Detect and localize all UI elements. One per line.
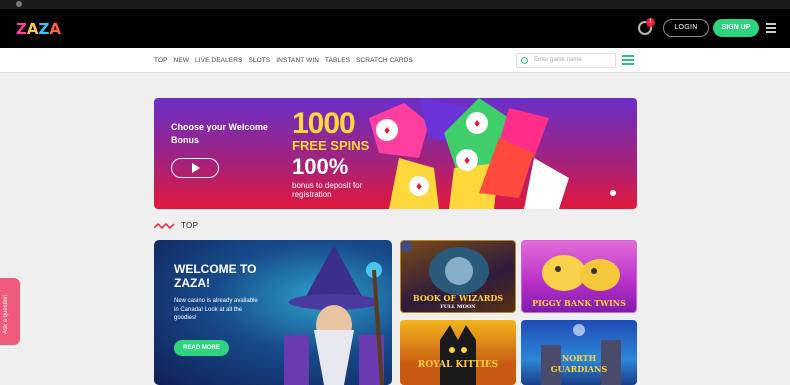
nav-instant-win[interactable]: INSTANT WIN: [276, 57, 319, 64]
nav-links: TOP NEW LIVE DEALERS SLOTS INSTANT WIN T…: [154, 57, 413, 64]
browser-icon: [16, 1, 22, 7]
section-header: TOP: [154, 221, 198, 230]
game-title: NORTH GUARDIANS: [550, 353, 608, 374]
logo-letter: Z: [16, 20, 27, 38]
banner-percent: 100%: [292, 154, 349, 179]
play-icon: [192, 163, 200, 173]
nav-slots[interactable]: SLOTS: [248, 57, 270, 64]
logo-letter: A: [49, 20, 61, 38]
game-title: BOOK OF WIZARDS: [412, 293, 504, 303]
nav-new[interactable]: NEW: [174, 57, 189, 64]
game-tile[interactable]: PIGGY BANK TWINS: [521, 240, 637, 313]
game-tile[interactable]: BOOK OF WIZARDS FULL MOON: [400, 240, 516, 313]
featured-description: New casino is already available in Canad…: [174, 298, 258, 321]
zaza-logo[interactable]: ZAZA: [16, 20, 61, 38]
banner-amount: 1000: [292, 107, 356, 140]
banner-heading: Choose your Welcome Bonus: [171, 122, 268, 145]
svg-text:♦: ♦: [384, 123, 390, 137]
game-title: PIGGY BANK TWINS: [532, 298, 626, 308]
game-title: ROYAL KITTIES: [417, 360, 499, 370]
featured-title: WELCOME TO ZAZA!: [174, 262, 257, 290]
game-tile[interactable]: NORTH GUARDIANS: [521, 320, 637, 385]
banner-subtext: bonus to deposit for registration: [292, 181, 363, 199]
zigzag-icon: [154, 222, 175, 229]
menu-icon[interactable]: [766, 23, 776, 33]
logo-letter: A: [26, 20, 39, 38]
login-button[interactable]: LOGIN: [663, 19, 709, 37]
site-header: ZAZA 1 LOGIN SIGN UP: [0, 9, 790, 48]
read-more-button[interactable]: READ MORE: [174, 340, 229, 356]
carousel-dot[interactable]: [610, 190, 616, 196]
game-artwork: [440, 325, 476, 385]
ask-question-label: Ask a question: [3, 294, 9, 334]
search-placeholder: Enter game name: [534, 57, 582, 63]
notification-badge: 1: [646, 18, 655, 27]
ask-question-widget[interactable]: Ask a question: [0, 278, 20, 345]
search-input[interactable]: Enter game name: [516, 53, 616, 68]
category-nav: TOP NEW LIVE DEALERS SLOTS INSTANT WIN T…: [0, 48, 790, 73]
nav-live-dealers[interactable]: LIVE DEALERS: [195, 57, 242, 64]
banner-spins: FREE SPINS: [292, 138, 370, 153]
nav-tables[interactable]: TABLES: [325, 57, 350, 64]
logo-letter: Z: [38, 20, 50, 38]
welcome-banner[interactable]: ♦ ♦ ♦ ♦ Choose your Welcome Bonus 1000 F…: [154, 98, 637, 209]
nav-scratch-cards[interactable]: SCRATCH CARDS: [356, 57, 413, 64]
signup-button[interactable]: SIGN UP: [713, 19, 759, 37]
browser-top-strip: [0, 0, 790, 9]
svg-text:♦: ♦: [416, 179, 422, 193]
play-button[interactable]: [171, 158, 219, 178]
game-tile[interactable]: ROYAL KITTIES: [400, 320, 516, 385]
featured-card[interactable]: WELCOME TO ZAZA! New casino is already a…: [154, 240, 392, 385]
filter-icon[interactable]: [622, 55, 634, 65]
svg-text:♦: ♦: [474, 116, 480, 130]
nav-top[interactable]: TOP: [154, 57, 168, 64]
section-title: TOP: [181, 221, 199, 230]
game-subtitle: FULL MOON: [440, 304, 476, 310]
svg-text:♦: ♦: [464, 153, 470, 167]
wizard-artwork: [284, 245, 384, 385]
search-icon: [521, 57, 528, 64]
